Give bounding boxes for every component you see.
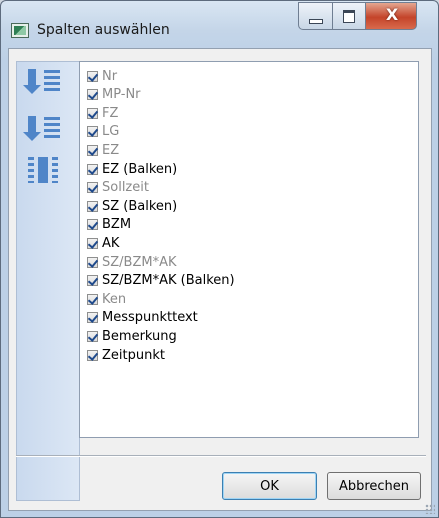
column-option[interactable]: Messpunkttext (87, 309, 387, 327)
column-option-label: SZ (Balken) (102, 198, 178, 214)
column-option[interactable]: Bemerkung (87, 327, 387, 345)
close-button[interactable]: X (365, 2, 417, 30)
column-option[interactable]: Zeitpunkt (87, 346, 387, 364)
checkbox[interactable] (87, 312, 98, 324)
column-checklist[interactable]: Nr MP-Nr FZ LG EZ EZ (Balken) Sollzeit SZ (Balk… (79, 61, 419, 438)
checkbox[interactable] (87, 144, 98, 156)
checkbox[interactable] (87, 182, 98, 194)
checkbox[interactable] (87, 219, 98, 231)
column-option-label: BZM (102, 217, 132, 233)
dialog-client-area: Nr MP-Nr FZ LG EZ EZ (Balken) Sollzeit SZ (Balk… (8, 48, 432, 511)
column-option-label: Sollzeit (102, 180, 149, 196)
checkbox[interactable] (87, 349, 98, 361)
checkbox[interactable] (87, 89, 98, 101)
column-option[interactable]: BZM (87, 216, 387, 234)
ok-button[interactable]: OK (222, 472, 317, 500)
column-option-label: Ken (102, 291, 127, 307)
column-option[interactable]: EZ (Balken) (87, 160, 387, 178)
checkbox[interactable] (87, 330, 98, 342)
sort-descending-button[interactable] (23, 67, 62, 99)
checkbox[interactable] (87, 256, 98, 268)
checkbox[interactable] (87, 107, 98, 119)
resize-grip-icon[interactable] (425, 504, 435, 514)
app-icon (11, 23, 29, 38)
sort-ascending-button[interactable] (23, 114, 62, 146)
dialog-window: Spalten auswählen X Nr MP-Nr FZ LG EZ EZ… (0, 0, 439, 518)
cancel-button[interactable]: Abbrechen (327, 472, 421, 500)
checkbox[interactable] (87, 126, 98, 138)
column-option-label: LG (102, 124, 120, 140)
column-option-label: EZ (102, 142, 120, 158)
maximize-icon (343, 10, 355, 23)
column-option[interactable]: AK (87, 234, 387, 252)
column-option-label: Messpunkttext (102, 310, 198, 326)
column-option-label: Zeitpunkt (102, 347, 165, 363)
column-option-label: SZ/BZM*AK (Balken) (102, 273, 235, 289)
checkbox[interactable] (87, 237, 98, 249)
checkbox[interactable] (87, 293, 98, 305)
column-option-label: AK (102, 235, 120, 251)
column-option[interactable]: FZ (87, 104, 387, 122)
column-option[interactable]: Nr (87, 67, 387, 85)
close-icon: X (385, 5, 399, 24)
column-option[interactable]: MP-Nr (87, 86, 387, 104)
column-option-label: EZ (Balken) (102, 161, 178, 177)
column-option[interactable]: SZ (Balken) (87, 197, 387, 215)
checkbox[interactable] (87, 275, 98, 287)
move-columns-button[interactable] (26, 155, 62, 187)
column-option-label: SZ/BZM*AK (102, 254, 177, 270)
window-title: Spalten auswählen (37, 22, 170, 38)
column-option-label: MP-Nr (102, 87, 141, 103)
checkbox[interactable] (87, 200, 98, 212)
column-toolbar (16, 61, 80, 501)
column-option[interactable]: SZ/BZM*AK (Balken) (87, 272, 387, 290)
column-option-label: Bemerkung (102, 328, 177, 344)
column-option-label: FZ (102, 105, 119, 121)
maximize-button[interactable] (332, 2, 366, 30)
column-option[interactable]: EZ (87, 141, 387, 159)
column-option[interactable]: SZ/BZM*AK (87, 253, 387, 271)
checkbox[interactable] (87, 70, 98, 82)
checkbox[interactable] (87, 163, 98, 175)
column-option[interactable]: LG (87, 123, 387, 141)
title-bar[interactable]: Spalten auswählen X (1, 1, 438, 39)
minimize-icon (309, 19, 323, 24)
column-option[interactable]: Sollzeit (87, 179, 387, 197)
column-option[interactable]: Ken (87, 290, 387, 308)
divider (16, 455, 426, 457)
column-option-label: Nr (102, 68, 118, 84)
minimize-button[interactable] (298, 2, 333, 30)
